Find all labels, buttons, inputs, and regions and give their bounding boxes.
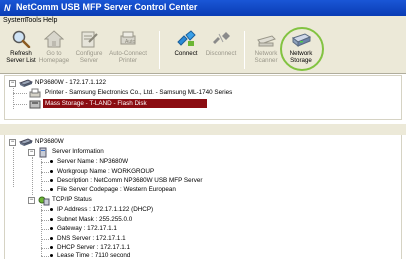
bullet-icon xyxy=(50,254,53,257)
server-info-pane: − NP3680W − Server Information Server Na… xyxy=(4,135,402,259)
bullet-icon xyxy=(50,246,53,249)
network-scanner-label: Network Scanner xyxy=(254,50,278,64)
configure-server-button[interactable]: Configure Server xyxy=(72,29,106,71)
bullet-icon xyxy=(50,218,53,221)
tree-connector xyxy=(13,88,14,109)
bullet-icon xyxy=(50,227,53,230)
network-storage-highlight xyxy=(280,27,324,71)
workgroup-name-item: Workgroup Name : WORKGROUP xyxy=(57,168,155,175)
collapse-toggle[interactable]: − xyxy=(9,139,16,146)
bullet-icon xyxy=(50,170,53,173)
tree-connector xyxy=(13,104,27,105)
home-icon xyxy=(44,30,64,48)
tree-connector xyxy=(41,229,49,230)
tree-connector xyxy=(41,256,49,257)
server-information-icon xyxy=(39,147,47,158)
ip-address-item: IP Address : 172.17.1.122 (DHCP) xyxy=(57,206,154,213)
tree-server-node[interactable]: NP3680W - 172.17.1.122 xyxy=(35,78,106,87)
configure-server-label: Configure Server xyxy=(75,50,103,64)
tree-connector xyxy=(13,147,14,187)
disconnect-label: Disconnect xyxy=(205,50,237,57)
auto-connect-icon: Auto xyxy=(120,31,136,45)
dns-server-item: DNS Server : 172.17.1.1 xyxy=(57,235,126,242)
app-logo-icon: N xyxy=(4,3,11,13)
tcpip-status-node[interactable]: TCP/IP Status xyxy=(52,195,92,204)
tree-printer-node[interactable]: Printer - Samsung Electronics Co., Ltd. … xyxy=(45,88,232,97)
toolbar-separator xyxy=(159,31,160,69)
lease-time-item: Lease Time : 7110 second xyxy=(57,252,131,259)
collapse-toggle[interactable]: − xyxy=(28,149,35,156)
auto-connect-printer-button[interactable]: Auto Auto-Connect Printer xyxy=(106,29,150,71)
menu-system[interactable]: System xyxy=(3,17,26,24)
tcpip-status-icon xyxy=(38,196,50,206)
tree-connector xyxy=(32,157,33,195)
menu-help[interactable]: Help xyxy=(43,17,57,24)
tree-mass-storage-node[interactable]: Mass Storage - T-LAND - Flash Disk xyxy=(43,99,207,108)
menu-tools[interactable]: Tools xyxy=(25,17,41,24)
bullet-icon xyxy=(50,237,53,240)
tree-connector xyxy=(41,181,49,182)
auto-icon-text: Auto xyxy=(125,39,136,45)
server-icon xyxy=(19,138,33,146)
printer-icon xyxy=(29,88,41,98)
go-to-homepage-label: Go to Homepage xyxy=(38,50,70,64)
configure-icon xyxy=(81,31,98,48)
file-server-codepage-item: File Server Codepage : Western European xyxy=(57,186,176,193)
bullet-icon xyxy=(50,188,53,191)
device-list-pane: − NP3680W - 172.17.1.122 Printer - Samsu… xyxy=(4,75,402,120)
server-name-item: Server Name : NP3680W xyxy=(57,158,129,165)
server-icon xyxy=(19,79,33,87)
bullet-icon xyxy=(50,160,53,163)
info-root-node[interactable]: NP3680W xyxy=(35,137,64,146)
tree-connector xyxy=(41,239,49,240)
mass-storage-icon xyxy=(29,100,41,109)
gateway-item: Gateway : 172.17.1.1 xyxy=(57,225,117,232)
tree-connector xyxy=(13,93,27,94)
pane-splitter[interactable] xyxy=(0,124,406,135)
refresh-server-list-label: Refresh Server List xyxy=(6,50,36,64)
menu-bar: System Tools Help xyxy=(0,16,406,27)
bullet-icon xyxy=(50,208,53,211)
server-information-node[interactable]: Server Information xyxy=(52,147,104,156)
bullet-icon xyxy=(50,179,53,182)
refresh-server-list-button[interactable]: Refresh Server List xyxy=(4,29,38,71)
tree-connector xyxy=(41,210,49,211)
connect-label: Connect xyxy=(174,50,198,57)
auto-connect-printer-label: Auto-Connect Printer xyxy=(109,50,147,64)
refresh-icon xyxy=(12,30,31,48)
tree-connector xyxy=(41,162,49,163)
title-bar: N NetComm USB MFP Server Control Center xyxy=(0,0,406,16)
tree-connector xyxy=(41,220,49,221)
window-title: NetComm USB MFP Server Control Center xyxy=(16,2,198,12)
network-scanner-icon xyxy=(257,35,276,47)
description-item: Description : NetComm NP3680W USB MFP Se… xyxy=(57,177,203,184)
connect-icon xyxy=(177,30,196,46)
collapse-toggle[interactable]: − xyxy=(9,80,16,87)
disconnect-button[interactable]: Disconnect xyxy=(203,29,239,71)
tree-connector xyxy=(41,190,49,191)
go-to-homepage-button[interactable]: Go to Homepage xyxy=(38,29,70,71)
tree-connector xyxy=(41,172,49,173)
network-scanner-button[interactable]: Network Scanner xyxy=(250,29,282,71)
collapse-toggle[interactable]: − xyxy=(28,197,35,204)
toolbar-separator xyxy=(244,31,245,69)
disconnect-icon xyxy=(213,32,230,44)
tree-connector xyxy=(41,248,49,249)
connect-button[interactable]: Connect xyxy=(170,29,202,71)
subnet-mask-item: Subnet Mask : 255.255.0.0 xyxy=(57,216,133,223)
toolbar: Refresh Server List Go to Homepage Confi… xyxy=(0,27,406,74)
